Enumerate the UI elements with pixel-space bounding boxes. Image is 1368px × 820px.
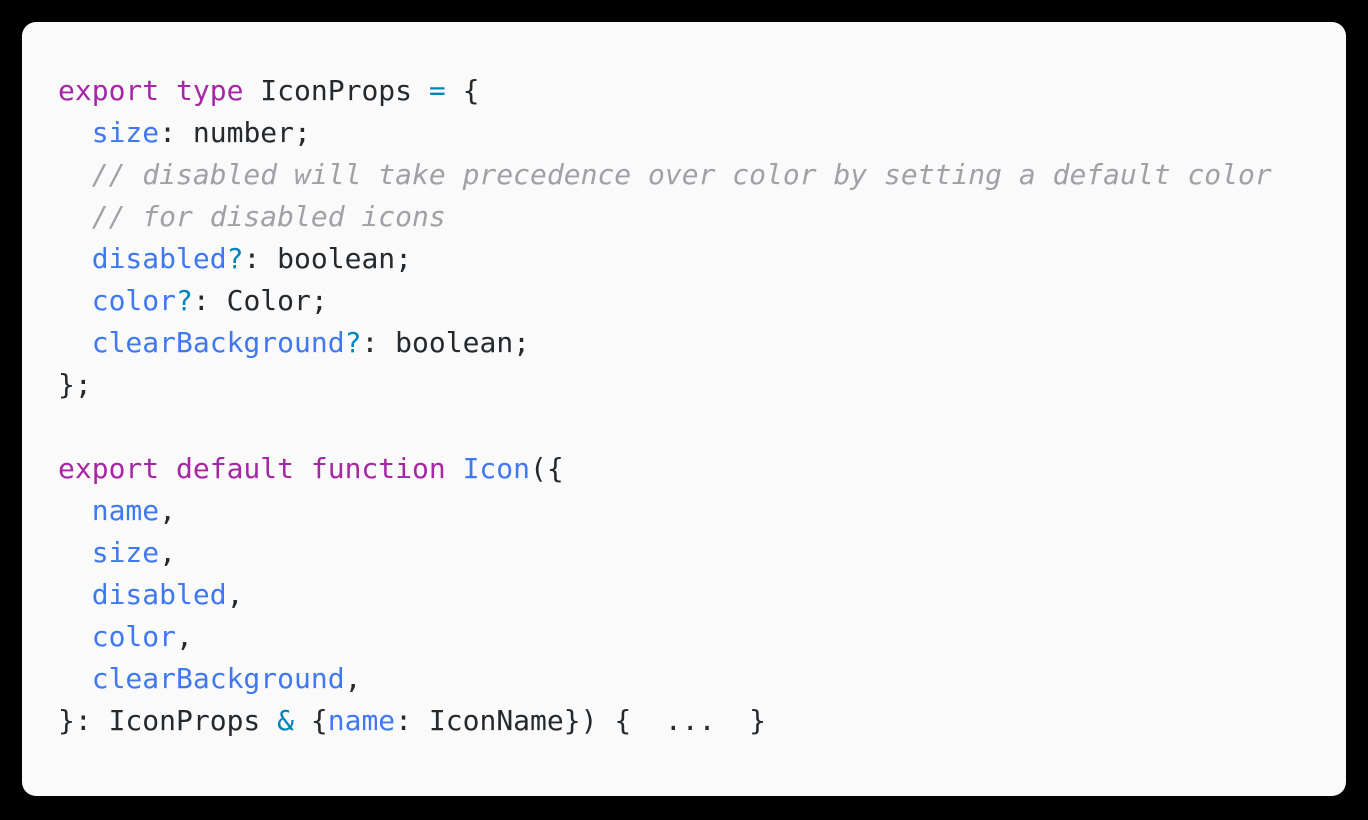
code-line: clearBackground, xyxy=(58,658,1346,700)
code-line: disabled?: boolean; xyxy=(58,238,1346,280)
code-block[interactable]: export type IconProps = { size: number; … xyxy=(58,70,1346,742)
code-line: // for disabled icons xyxy=(58,196,1346,238)
code-token-ident: Icon xyxy=(462,452,531,485)
code-line: // disabled will take precedence over co… xyxy=(58,154,1346,196)
code-token-type: IconProps xyxy=(260,74,413,107)
code-token-ident: clearBackground xyxy=(91,326,345,359)
code-token-ident: disabled xyxy=(91,578,227,611)
code-token-ident: name xyxy=(91,494,160,527)
code-token-operator: ? xyxy=(176,284,193,317)
code-token-plain: : number; xyxy=(159,116,311,149)
code-token-plain: : boolean; xyxy=(361,326,531,359)
code-token-punct: , xyxy=(176,620,193,653)
code-token-ident: clearBackground xyxy=(91,662,345,695)
code-line: }; xyxy=(58,364,1346,406)
code-line: name, xyxy=(58,490,1346,532)
code-token-punct: { xyxy=(294,704,328,737)
code-line: clearBackground?: boolean; xyxy=(58,322,1346,364)
code-token-plain: }: IconProps xyxy=(58,704,278,737)
code-token-ident: size xyxy=(91,536,160,569)
code-token-punct: { xyxy=(445,74,480,107)
code-token-operator: ? xyxy=(226,242,244,275)
code-token-keyword: export type xyxy=(58,74,261,107)
code-line: color?: Color; xyxy=(58,280,1346,322)
code-token-comment: // disabled will take precedence over co… xyxy=(58,158,1272,191)
code-token-plain: : IconName}) { ... } xyxy=(395,704,767,737)
code-line: export default function Icon({ xyxy=(58,448,1346,490)
code-line: size, xyxy=(58,532,1346,574)
code-token-keyword: export default function xyxy=(58,452,463,485)
code-token-punct: }; xyxy=(58,368,92,401)
code-token-plain: : Color; xyxy=(192,284,328,317)
code-token-punct: , xyxy=(159,536,177,569)
code-token-operator: ? xyxy=(344,326,362,359)
code-token-operator: & xyxy=(277,704,295,737)
code-line: }: IconProps & {name: IconName}) { ... } xyxy=(58,700,1346,742)
code-token-ident: name xyxy=(327,704,396,737)
code-token-comment: // for disabled icons xyxy=(58,200,446,233)
code-token-punct: , xyxy=(226,578,244,611)
code-line: color, xyxy=(58,616,1346,658)
code-line: size: number; xyxy=(58,112,1346,154)
code-line: export type IconProps = { xyxy=(58,70,1346,112)
code-line: disabled, xyxy=(58,574,1346,616)
code-token-ident: color xyxy=(91,620,177,653)
code-token-operator: = xyxy=(428,74,446,107)
code-token-punct: , xyxy=(159,494,177,527)
screenshot-canvas: export type IconProps = { size: number; … xyxy=(0,0,1368,820)
code-token-plain: : boolean; xyxy=(243,242,413,275)
code-token-ident: size xyxy=(91,116,160,149)
code-token-punct: , xyxy=(344,662,362,695)
code-token-punct: ({ xyxy=(530,452,564,485)
code-token-ident: color xyxy=(91,284,177,317)
code-token-ident: disabled xyxy=(91,242,227,275)
code-card: export type IconProps = { size: number; … xyxy=(22,22,1346,796)
